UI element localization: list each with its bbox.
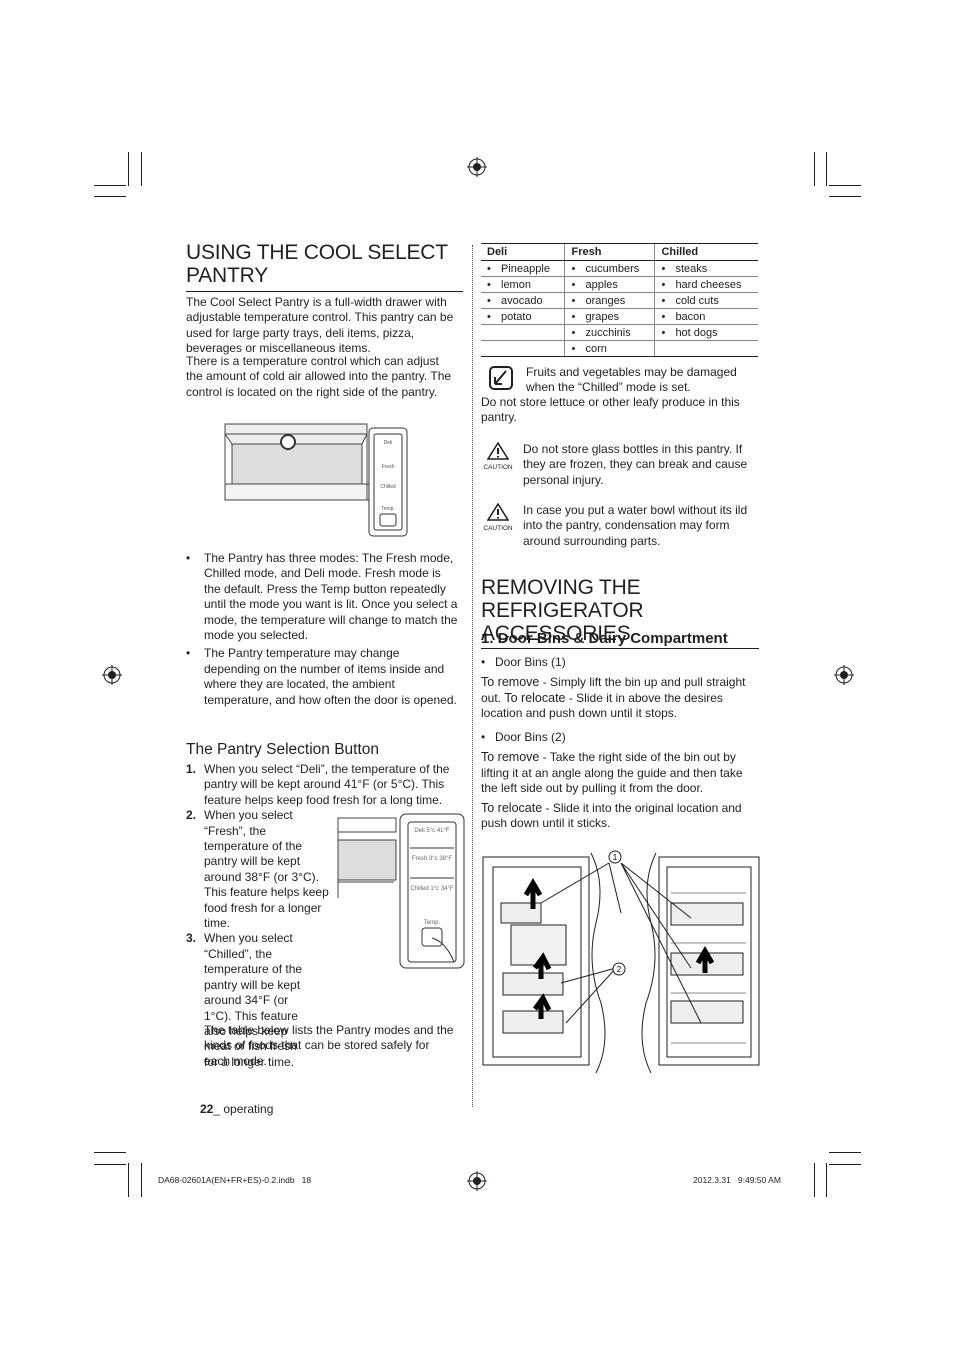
column-divider [472, 245, 473, 1107]
table-cell: • oranges [564, 292, 655, 309]
page-footer: 22_ operating [200, 1102, 273, 1117]
column-header: Chilled [654, 243, 758, 261]
chilled-indicator: Chilled 1°c 34°F [410, 886, 453, 892]
table-cell: • hot dogs [654, 324, 758, 341]
column-header: Fresh [564, 243, 655, 261]
section-title: USING THE COOL SELECT PANTRY [186, 241, 463, 292]
pantry-modes-list: The Pantry has three modes: The Fresh mo… [186, 551, 458, 711]
table-cell: • avocado [481, 292, 565, 309]
crop-mark [814, 152, 815, 186]
table-cell [654, 340, 758, 357]
table-cell: • cold cuts [654, 292, 758, 309]
crop-mark [829, 185, 861, 186]
deli-indicator: Deli 5°c 41°F [414, 828, 449, 834]
subsection-title: The Pantry Selection Button [186, 741, 380, 758]
callout-2: 2 [617, 965, 622, 974]
table-cell [481, 324, 565, 341]
table-cell: • corn [564, 340, 655, 357]
table-row: • zucchinis • hot dogs [481, 324, 758, 341]
crop-mark [94, 185, 126, 186]
closing-paragraph: The table below lists the Pantry modes a… [204, 1023, 454, 1068]
table-cell: • bacon [654, 308, 758, 325]
registration-mark-icon [102, 665, 122, 685]
table-cell: • apples [564, 276, 655, 293]
table-row: • lemon • apples • hard cheeses [481, 276, 758, 293]
crop-mark [141, 1163, 142, 1197]
step-item: 2. When you select “Fresh”, the temperatu… [186, 808, 329, 931]
svg-text:Chilled: Chilled [380, 484, 396, 490]
column-header: Deli [481, 243, 565, 261]
svg-text:Deli: Deli [384, 440, 393, 446]
callout-1: 1 [613, 853, 618, 862]
crop-mark [128, 152, 129, 186]
crop-mark [829, 1152, 861, 1153]
crop-mark [829, 196, 861, 197]
crop-mark [814, 1163, 815, 1197]
table-cell: • zucchinis [564, 324, 655, 341]
caution-block: CAUTION Do not store glass bottles in th… [481, 442, 761, 488]
door-bins-2: • Door Bins (2) To remove - Take the righ… [481, 730, 743, 831]
registration-mark-icon [834, 665, 854, 685]
crop-mark [141, 152, 142, 186]
crop-mark [826, 1163, 827, 1197]
date-slug: 2012.3.31 9:49:50 AM [693, 1175, 781, 1185]
note-icon [484, 365, 518, 396]
footer-section: _ operating [213, 1102, 274, 1116]
table-cell: • Pineapple [481, 260, 565, 277]
svg-text:Temp.: Temp. [381, 506, 395, 512]
door-bins-1: • Door Bins (1) To remove - Simply lift t… [481, 655, 746, 721]
note-block: Fruits and vegetables may be damaged whe… [484, 365, 760, 396]
crop-mark [94, 1164, 126, 1165]
table-cell: • lemon [481, 276, 565, 293]
table-row: • Pineapple • cucumbers • steaks [481, 260, 758, 277]
intro-paragraph: There is a temperature control which can… [186, 354, 452, 399]
table-cell: • hard cheeses [654, 276, 758, 293]
subsection-title: 1. Door Bins & Dairy Compartment [481, 630, 728, 647]
table-row: • corn [481, 340, 758, 357]
crop-mark [826, 152, 827, 186]
list-item: The Pantry has three modes: The Fresh mo… [186, 551, 458, 643]
table-cell: • grapes [564, 308, 655, 325]
temp-button-illustration: Deli 5°c 41°F Fresh 3°c 38°F Chilled 1°c… [337, 813, 465, 969]
crop-mark [829, 1164, 861, 1165]
registration-mark-icon [467, 1171, 487, 1191]
temp-label: Temp. [424, 920, 441, 926]
caution-icon: CAUTION [481, 442, 515, 488]
pantry-foods-table: Deli Fresh Chilled • Pineapple • cucumbers •… [481, 243, 758, 357]
registration-mark-icon [467, 157, 487, 177]
intro-paragraph: The Cool Select Pantry is a full-width d… [186, 295, 454, 356]
note-continued: Do not store lettuce or other leafy prod… [481, 395, 740, 425]
list-item: The Pantry temperature may change depend… [186, 646, 458, 708]
table-row: • potato • grapes • bacon [481, 308, 758, 325]
fresh-indicator: Fresh 3°c 38°F [412, 856, 452, 862]
page-number: 22 [200, 1102, 214, 1116]
crop-mark [94, 1152, 126, 1153]
svg-text:Fresh: Fresh [382, 464, 395, 470]
table-cell: • potato [481, 308, 565, 325]
step-item: 1. When you select “Deli”, the temperatur… [186, 762, 450, 807]
crop-mark [128, 1163, 129, 1197]
caution-block: CAUTION In case you put a water bowl wit… [481, 503, 761, 549]
file-slug: DA68-02601A(EN+FR+ES)-0.2.indb 18 [158, 1175, 312, 1185]
crop-mark [94, 196, 126, 197]
pantry-control-illustration: Deli Fresh Chilled Temp. [224, 423, 408, 537]
table-cell [481, 340, 565, 357]
caution-icon: CAUTION [481, 503, 515, 549]
table-cell: • cucumbers [564, 260, 655, 277]
refrigerator-door-bins-illustration: 1 2 [482, 850, 760, 1074]
table-cell: • steaks [654, 260, 758, 277]
table-row: • avocado • oranges • cold cuts [481, 292, 758, 309]
